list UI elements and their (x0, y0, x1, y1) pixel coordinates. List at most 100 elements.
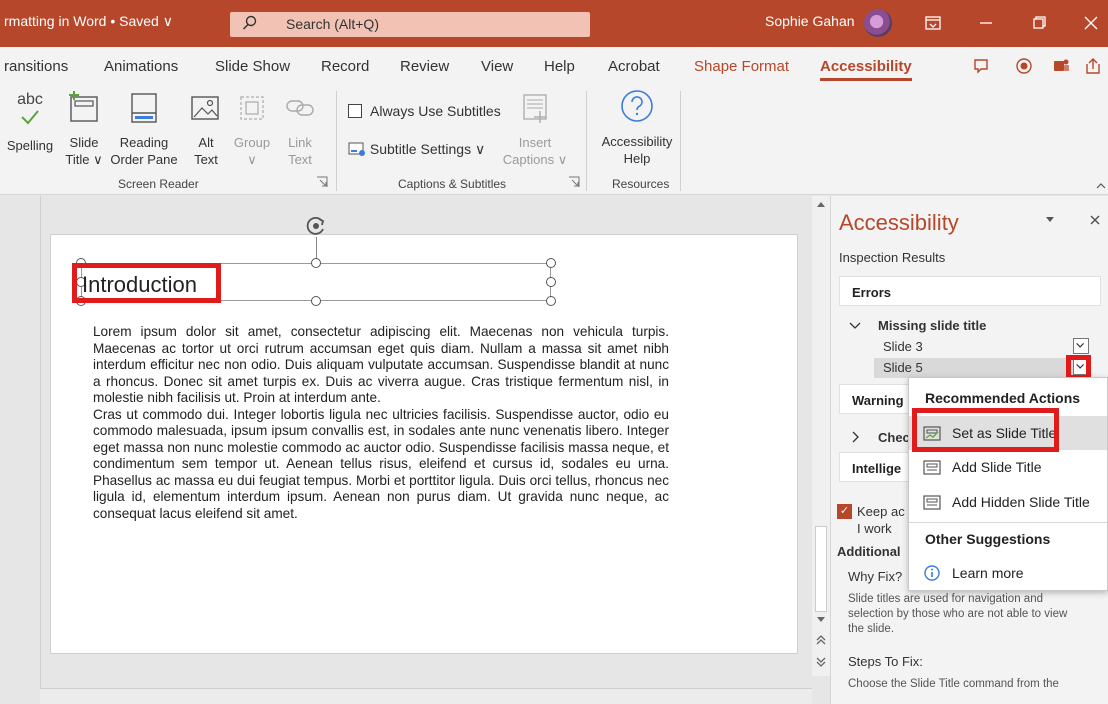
body-paragraph: Cras ut commodo dui. Integer lobortis li… (93, 406, 669, 521)
slide-title-label-1: Slide (69, 135, 99, 150)
pane-options-icon[interactable] (1045, 214, 1055, 224)
minimize-icon[interactable] (973, 10, 999, 36)
scrollbar-thumb[interactable] (815, 526, 827, 612)
dialog-launcher-icon[interactable] (316, 176, 328, 188)
insert-captions-icon (523, 94, 547, 123)
pane-title: Accessibility (839, 210, 959, 235)
errors-section[interactable]: Errors (839, 276, 1101, 306)
chevron-right-icon[interactable] (851, 431, 861, 443)
add-hidden-title-icon (923, 495, 941, 510)
learn-more-item[interactable]: Learn more (909, 556, 1107, 590)
teams-icon[interactable] (1050, 55, 1072, 77)
always-use-subtitles-checkbox[interactable]: Always Use Subtitles (348, 103, 501, 119)
share-icon[interactable] (1082, 55, 1104, 77)
reading-order-icon (131, 93, 157, 123)
group-label-1: Group (233, 135, 271, 150)
reading-order-label-1: Reading (119, 135, 169, 150)
tab-transitions[interactable]: ransitions (4, 58, 68, 75)
why-fix-heading: Why Fix? (848, 569, 903, 584)
slide-3-item[interactable]: Slide 3 (874, 337, 1089, 357)
ribbon-separator (586, 91, 587, 191)
collapse-ribbon-icon[interactable] (1096, 181, 1106, 189)
checkbox-icon (348, 104, 362, 118)
resize-handle[interactable] (546, 296, 556, 306)
spelling-button[interactable]: abc Spelling (4, 91, 56, 154)
check-item[interactable]: Chec (878, 430, 910, 445)
scroll-down-icon[interactable] (816, 616, 826, 624)
tab-shape-format[interactable]: Shape Format (694, 58, 789, 75)
tab-animations[interactable]: Animations (104, 58, 178, 75)
spelling-label: Spelling (6, 138, 54, 153)
pane-close-icon[interactable] (1089, 214, 1101, 226)
link-text-label-2: Text (288, 152, 312, 167)
search-box[interactable]: Search (Alt+Q) (230, 12, 590, 37)
resize-handle[interactable] (311, 296, 321, 306)
subtitle-settings-button[interactable]: Subtitle Settings ∨ (348, 141, 485, 158)
search-placeholder: Search (Alt+Q) (286, 16, 379, 32)
close-icon[interactable] (1078, 10, 1104, 36)
resize-handle[interactable] (311, 258, 321, 268)
acc-help-label-2: Help (623, 151, 651, 166)
tab-record[interactable]: Record (321, 58, 369, 75)
resize-handle[interactable] (546, 258, 556, 268)
rotate-handle-icon[interactable] (303, 213, 329, 239)
comments-icon[interactable] (970, 55, 992, 77)
link-text-button[interactable]: Link Text (280, 91, 320, 168)
info-icon (924, 565, 940, 581)
reading-order-pane-button[interactable]: Reading Order Pane (108, 91, 180, 168)
tab-help[interactable]: Help (544, 58, 575, 75)
previous-slide-icon[interactable] (815, 634, 827, 646)
slide-5-label: Slide 5 (883, 360, 923, 375)
tab-view[interactable]: View (481, 58, 513, 75)
other-suggestions-heading: Other Suggestions (925, 531, 1051, 547)
vertical-scrollbar[interactable] (812, 196, 830, 676)
accessibility-help-button[interactable]: Accessibility Help (592, 88, 682, 167)
group-label-captions: Captions & Subtitles (398, 177, 507, 191)
insert-captions-button[interactable]: Insert Captions ∨ (500, 91, 570, 168)
avatar[interactable] (864, 9, 892, 37)
add-hidden-slide-title-item[interactable]: Add Hidden Slide Title (909, 485, 1107, 519)
slide-5-item[interactable]: Slide 5 (874, 358, 1089, 378)
slide-body-text[interactable]: Lorem ipsum dolor sit amet, consectetur … (93, 324, 669, 522)
add-hidden-slide-title-label: Add Hidden Slide Title (952, 494, 1090, 510)
restore-icon[interactable] (1026, 10, 1052, 36)
user-name[interactable]: Sophie Gahan (765, 13, 855, 29)
next-slide-icon[interactable] (815, 656, 827, 668)
ribbon: abc Spelling Slide Title ∨ Reading Order… (0, 85, 1108, 195)
help-icon (621, 90, 653, 122)
learn-more-label: Learn more (952, 565, 1024, 581)
spelling-check-icon (21, 110, 39, 125)
group-icon (240, 96, 264, 120)
keep-running-label: Keep ac (857, 504, 905, 519)
slide-3-dropdown[interactable] (1073, 338, 1089, 354)
why-fix-text: Slide titles are used for navigation and… (848, 593, 1068, 635)
group-button[interactable]: Group ∨ (230, 91, 274, 168)
highlight-box (912, 408, 1059, 452)
missing-slide-title-item[interactable]: Missing slide title (878, 318, 986, 333)
group-label-2: ∨ (247, 152, 257, 167)
document-title[interactable]: rmatting in Word • Saved ∨ (4, 13, 173, 30)
tab-acrobat[interactable]: Acrobat (608, 58, 660, 75)
dialog-launcher-icon[interactable] (568, 176, 580, 188)
tab-slide-show[interactable]: Slide Show (215, 58, 290, 75)
slide-title-button[interactable]: Slide Title ∨ (62, 91, 106, 168)
tab-review[interactable]: Review (400, 58, 449, 75)
ribbon-display-icon[interactable] (920, 10, 946, 36)
highlight-box (72, 263, 221, 303)
resize-handle[interactable] (546, 277, 556, 287)
tab-accessibility[interactable]: Accessibility (820, 58, 912, 81)
insert-captions-label-1: Insert (518, 135, 552, 150)
reading-order-label-2: Order Pane (110, 152, 178, 167)
acc-help-label-1: Accessibility (601, 134, 673, 149)
link-text-label-1: Link (288, 135, 312, 150)
record-icon[interactable] (1013, 55, 1035, 77)
always-subtitles-label: Always Use Subtitles (370, 103, 501, 119)
alt-text-button[interactable]: Alt Text (186, 91, 226, 168)
chevron-down-icon[interactable] (849, 321, 861, 331)
slide-title-label-2: Title ∨ (65, 152, 103, 167)
add-slide-title-item[interactable]: Add Slide Title (909, 450, 1107, 484)
steps-to-fix-heading: Steps To Fix: (848, 654, 923, 669)
scroll-up-icon[interactable] (816, 200, 826, 208)
keep-running-checkbox[interactable]: ✓ (837, 504, 852, 519)
notes-divider (40, 688, 812, 704)
